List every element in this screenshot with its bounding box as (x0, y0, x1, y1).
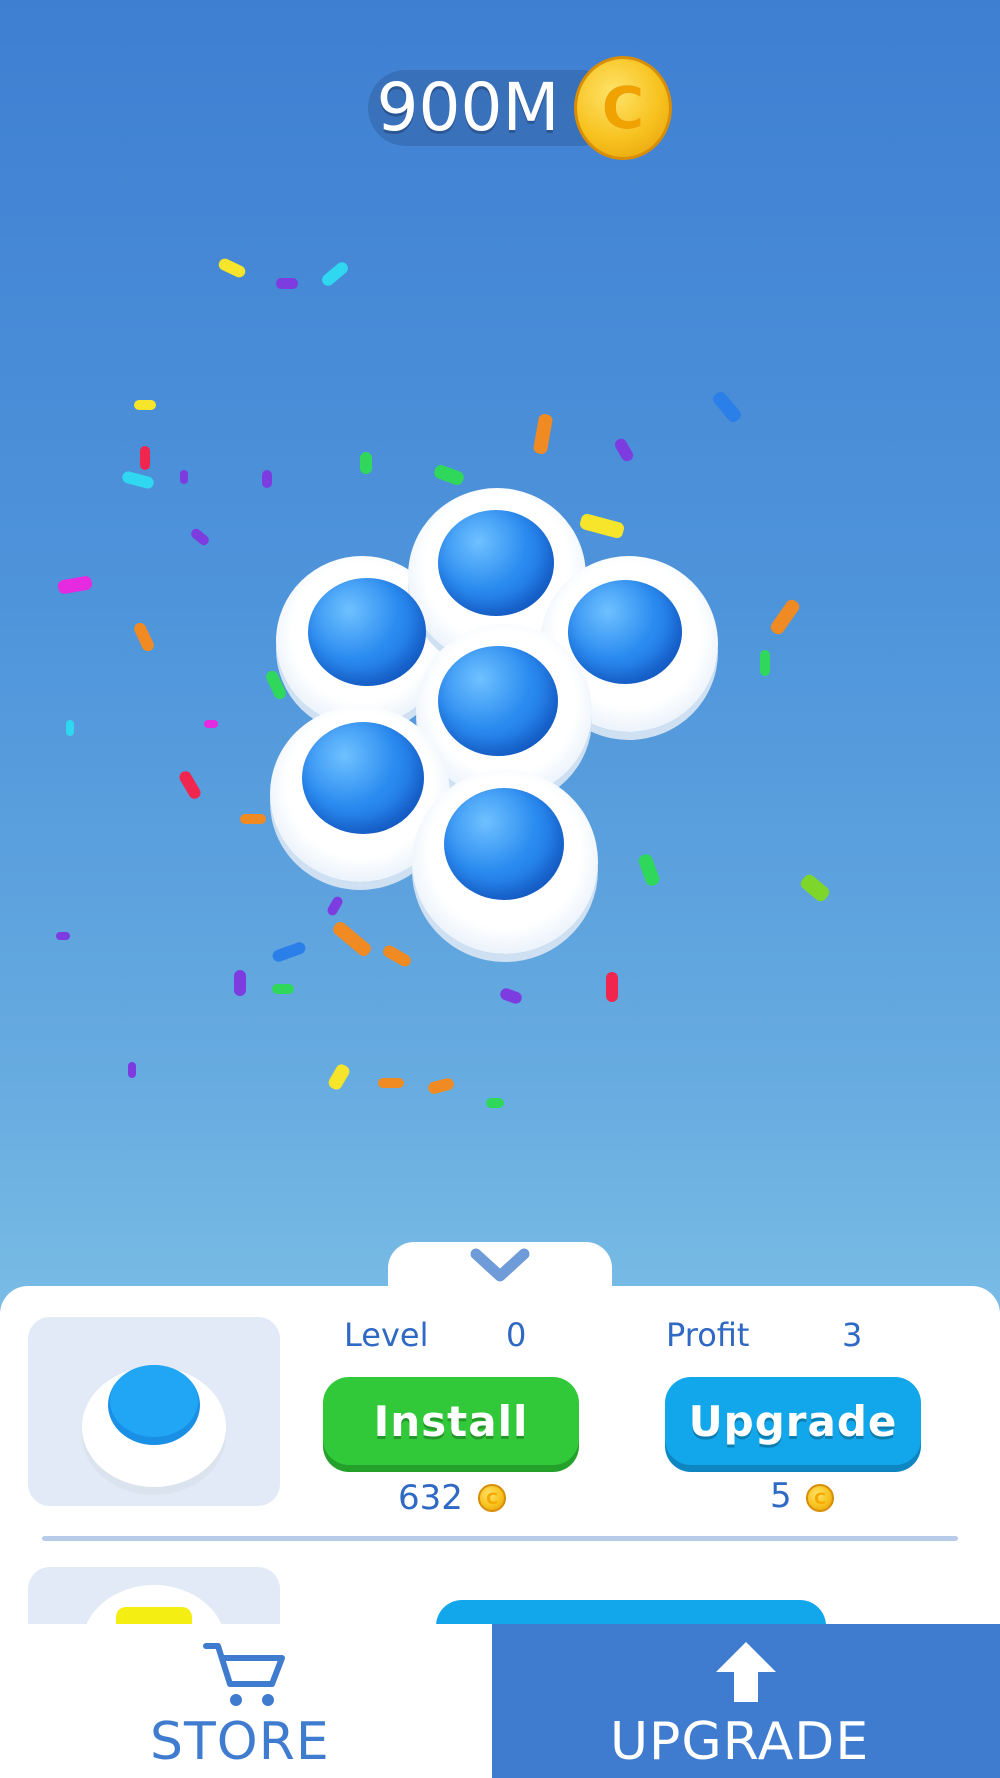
upgrade-price: 5 (770, 1476, 792, 1516)
tab-upgrade[interactable]: UPGRADE (492, 1624, 1000, 1778)
store-label: STORE (150, 1712, 330, 1772)
item-thumbnail (28, 1317, 280, 1506)
pop-bubble[interactable] (444, 788, 564, 900)
blue-pop-button-icon (82, 1365, 226, 1495)
tab-store[interactable]: STORE (0, 1624, 492, 1778)
profit-label: Profit (666, 1316, 750, 1354)
profit-value: 3 (842, 1316, 863, 1354)
divider (42, 1536, 958, 1541)
upgrade-button[interactable]: Upgrade (665, 1377, 921, 1465)
coin-icon: C (806, 1484, 834, 1512)
pop-bubble[interactable] (308, 578, 426, 686)
cart-icon (203, 1643, 285, 1706)
currency-amount: 900M (376, 69, 560, 146)
arrow-up-icon (716, 1642, 776, 1702)
level-value: 0 (506, 1316, 527, 1354)
pop-bubble[interactable] (568, 580, 682, 684)
chevron-down-icon[interactable] (468, 1244, 532, 1288)
install-price: 632 (398, 1478, 463, 1518)
coin-icon: C (478, 1484, 506, 1512)
install-button[interactable]: Install (323, 1377, 579, 1465)
pop-bubble[interactable] (302, 722, 424, 834)
coin-icon: C (574, 56, 672, 160)
pop-bubble[interactable] (438, 646, 558, 756)
upgrade-label: UPGRADE (610, 1712, 870, 1772)
level-label: Level (344, 1316, 429, 1354)
pop-bubble[interactable] (438, 510, 554, 616)
